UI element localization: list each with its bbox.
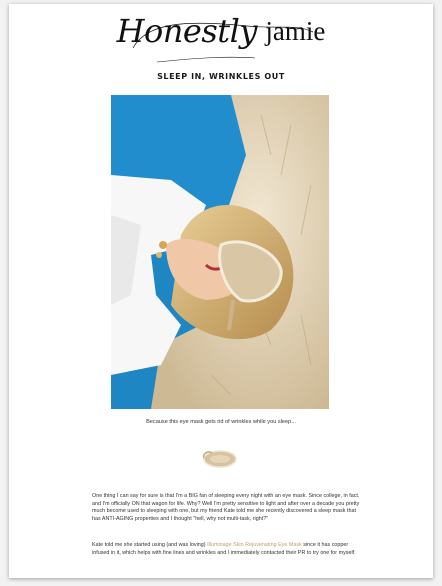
- logo-swash-decoration: [132, 22, 314, 63]
- hero-photo-illustration: [111, 95, 329, 409]
- post-title: SLEEP IN, WRINKLES OUT: [157, 72, 285, 81]
- site-logo[interactable]: Honestly jamie: [9, 12, 433, 66]
- product-link[interactable]: Illuminage Skin Rejuvenating Eye Mask: [207, 542, 302, 548]
- post-paragraph-1: One thing I can say for sure is that I'm…: [92, 493, 360, 522]
- paragraph-2-intro: Kate told me she started using (and was …: [92, 542, 208, 548]
- post-paragraph-2: Kate told me she started using (and was …: [92, 542, 360, 557]
- eye-mask-product-icon: [202, 450, 237, 468]
- hero-photo: [111, 95, 329, 409]
- photo-caption: Because this eye mask gets rid of wrinkl…: [146, 419, 296, 425]
- blog-page: Honestly jamie SLEEP IN, WRINKLES OUT Be…: [9, 4, 433, 578]
- product-image: [198, 446, 242, 475]
